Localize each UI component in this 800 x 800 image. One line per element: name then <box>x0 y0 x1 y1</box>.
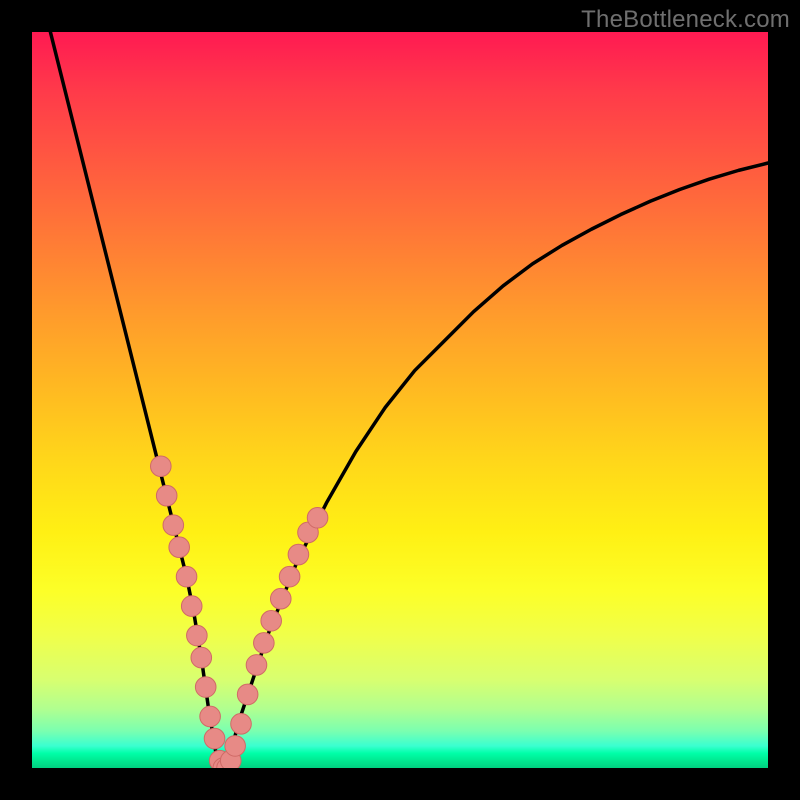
data-marker <box>279 566 300 587</box>
data-marker <box>191 647 212 668</box>
watermark-text: TheBottleneck.com <box>581 6 790 34</box>
data-marker <box>246 655 267 676</box>
data-marker <box>261 611 282 632</box>
data-marker <box>288 544 309 565</box>
data-marker <box>231 714 252 735</box>
data-marker <box>204 728 225 749</box>
bottleneck-curve <box>32 32 768 768</box>
data-marker <box>181 596 202 617</box>
data-marker <box>169 537 190 558</box>
data-marker <box>176 566 197 587</box>
data-marker <box>225 736 246 757</box>
data-marker <box>163 515 184 536</box>
plot-area <box>32 32 768 768</box>
chart-frame: TheBottleneck.com <box>0 0 800 800</box>
data-marker <box>254 633 275 654</box>
data-marker <box>270 588 291 609</box>
data-marker <box>237 684 258 705</box>
data-marker <box>195 677 216 698</box>
chart-svg <box>32 32 768 768</box>
data-marker <box>151 456 172 477</box>
data-marker <box>187 625 208 646</box>
data-markers <box>151 456 328 768</box>
data-marker <box>307 507 328 528</box>
data-marker <box>200 706 221 727</box>
data-marker <box>156 485 177 506</box>
